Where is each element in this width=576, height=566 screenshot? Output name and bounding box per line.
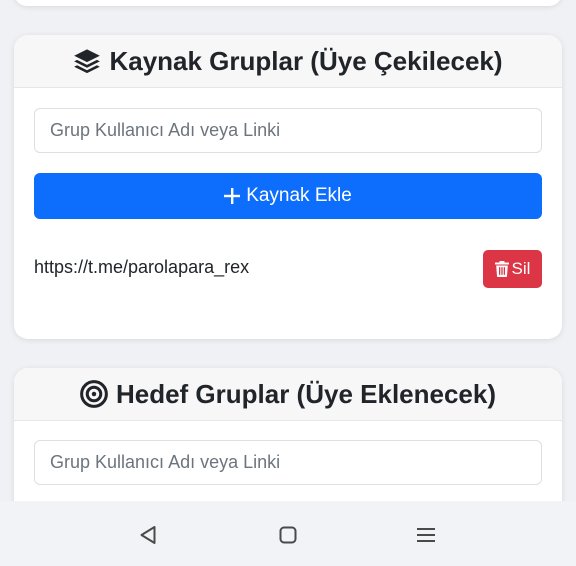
target-groups-header: Hedef Gruplar (Üye Eklenecek) (14, 368, 562, 421)
source-groups-title: Kaynak Gruplar (Üye Çekilecek) (109, 45, 503, 76)
back-button[interactable] (136, 523, 160, 547)
target-groups-card: Hedef Gruplar (Üye Eklenecek) (14, 368, 562, 518)
delete-label: Sil (511, 259, 531, 278)
source-groups-card: Kaynak Gruplar (Üye Çekilecek) Kaynak Ek… (14, 35, 562, 339)
menu-button[interactable] (414, 523, 438, 547)
add-source-button[interactable]: Kaynak Ekle (34, 173, 542, 219)
source-group-link: https://t.me/parolapara_rex (34, 257, 250, 277)
target-groups-title: Hedef Gruplar (Üye Eklenecek) (115, 378, 497, 409)
layers-icon (74, 49, 101, 74)
bullseye-icon (80, 380, 108, 408)
menu-icon (417, 528, 435, 542)
previous-card (14, 0, 562, 6)
target-group-input[interactable] (34, 440, 542, 485)
trash-icon (494, 261, 509, 277)
navigation-bar (0, 501, 576, 566)
back-icon (140, 526, 156, 544)
source-groups-header: Kaynak Gruplar (Üye Çekilecek) (14, 35, 562, 88)
source-group-input[interactable] (34, 108, 542, 153)
home-icon (279, 526, 297, 544)
plus-icon (224, 188, 241, 204)
delete-source-button[interactable]: Sil (483, 250, 542, 288)
add-source-label: Kaynak Ekle (246, 185, 352, 206)
home-button[interactable] (276, 523, 300, 547)
